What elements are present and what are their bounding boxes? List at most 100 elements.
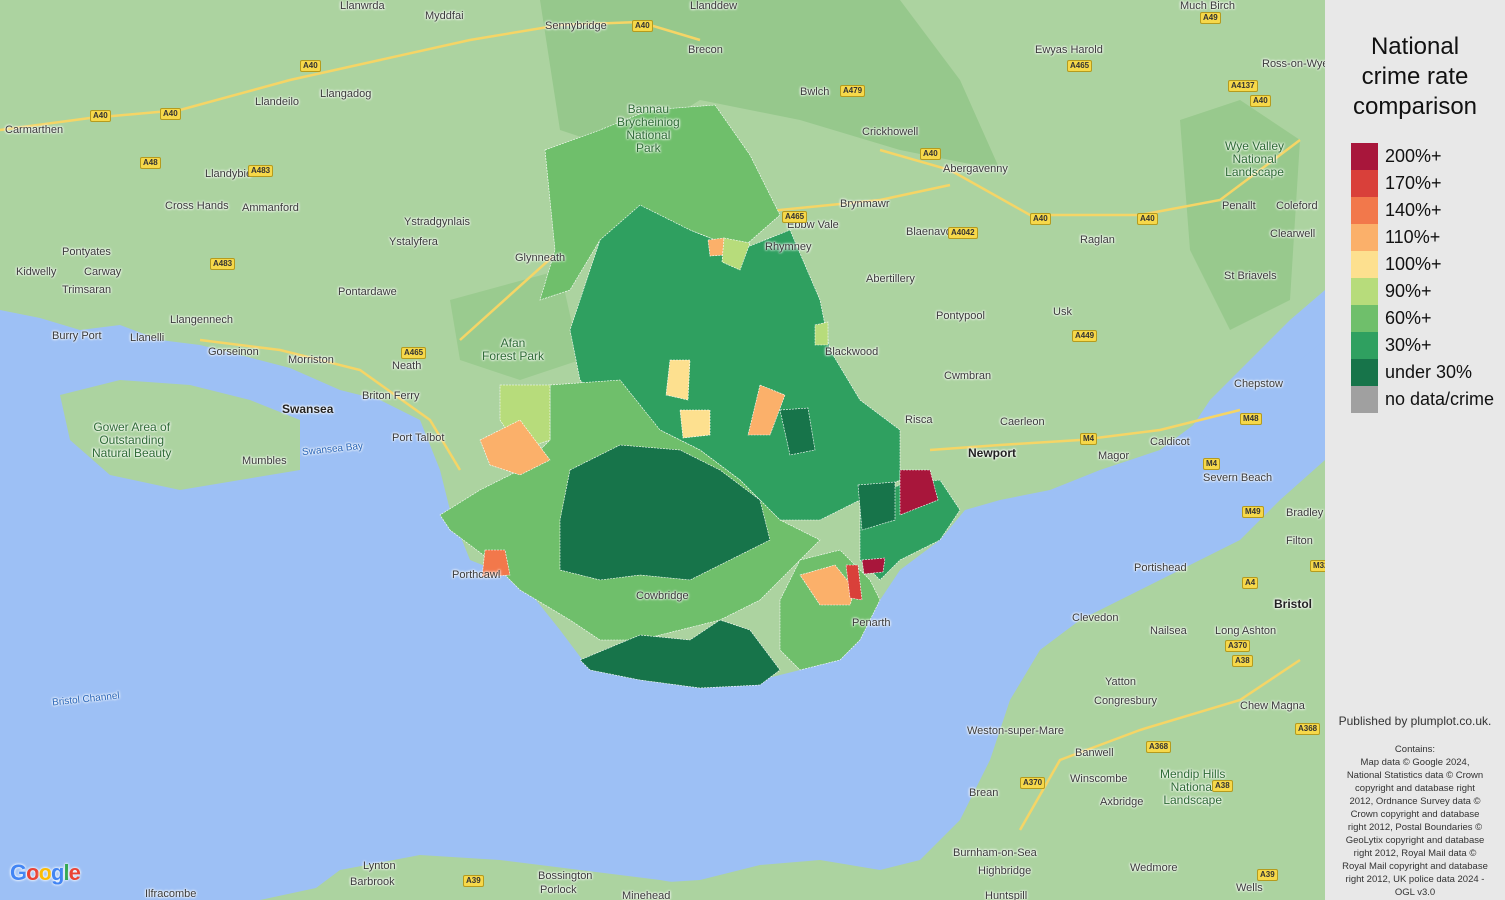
legend-item: 60%+	[1351, 305, 1505, 332]
road-shield: M48	[1240, 413, 1262, 425]
place-label: Trimsaran	[62, 284, 112, 296]
place-label: Gower Area of Outstanding Natural Beauty	[92, 420, 172, 460]
place-label: Brecon	[688, 44, 723, 56]
place-label: Rhymney	[765, 241, 812, 253]
road-shield: A40	[920, 148, 941, 160]
place-label: Burry Port	[52, 330, 102, 342]
map-area[interactable]: Llanwrda Myddfai Sennybridge Llanddew Brecon…	[0, 0, 1325, 900]
place-label: Abertillery	[866, 273, 915, 285]
place-label: Carway	[84, 266, 122, 278]
road-shield: A368	[1146, 741, 1172, 753]
legend-label: no data/crime	[1385, 389, 1495, 409]
road-shield: A40	[1030, 213, 1051, 225]
place-label: Coleford	[1276, 200, 1318, 212]
road-shield: A368	[1295, 723, 1321, 735]
place-label: Clevedon	[1072, 612, 1119, 624]
place-label: Porlock	[540, 884, 577, 896]
road-shield: M49	[1242, 506, 1264, 518]
legend-label: under 30%	[1385, 362, 1473, 382]
legend-item: 170%+	[1351, 170, 1505, 197]
attribution-line: Crown copyright and database	[1350, 809, 1480, 820]
place-label: Bannau Brycheiniog National Park	[617, 102, 680, 155]
place-label: Blackwood	[825, 346, 879, 358]
place-label: Bossington	[538, 870, 593, 882]
road-shield: A465	[782, 211, 808, 223]
place-label: Ewyas Harold	[1035, 44, 1103, 56]
place-label: Ammanford	[242, 202, 299, 214]
place-label: Filton	[1286, 535, 1313, 547]
attribution-line: OGL v3.0	[1394, 887, 1436, 898]
place-label: Portishead	[1134, 562, 1187, 574]
legend-item: 110%+	[1351, 224, 1505, 251]
road-shield: A48	[140, 157, 161, 169]
place-label: Ystalyfera	[389, 236, 438, 248]
legend-label: 170%+	[1385, 173, 1442, 193]
area-100-central	[679, 409, 711, 439]
attribution-line: 2012, Ordnance Survey data ©	[1349, 796, 1481, 807]
place-label: Caerleon	[1000, 416, 1045, 428]
place-label: Carmarthen	[5, 124, 64, 136]
place-label: Llangennech	[170, 314, 234, 326]
legend-swatch	[1351, 197, 1378, 224]
legend-title-line: National	[1370, 33, 1460, 60]
legend-item: 90%+	[1351, 278, 1505, 305]
road-shield: A4137	[1228, 80, 1258, 92]
place-label: Bwlch	[800, 86, 830, 98]
legend-swatch	[1351, 224, 1378, 251]
road-shield: A39	[1257, 869, 1278, 881]
legend-swatch	[1351, 305, 1378, 332]
road-shield: M4	[1203, 458, 1221, 470]
place-label: Mumbles	[242, 455, 287, 467]
place-label: Sennybridge	[545, 20, 607, 32]
place-label: Severn Beach	[1203, 472, 1273, 484]
attribution-line: National Statistics data © Crown	[1346, 770, 1484, 781]
legend-label: 60%+	[1385, 308, 1432, 328]
road-shield: M4	[1080, 433, 1098, 445]
road-shield: A40	[90, 110, 111, 122]
attribution-text: Contains: Map data © Google 2024, National…	[1330, 743, 1500, 899]
road-shield: A4042	[948, 227, 978, 239]
road-shield: A40	[300, 60, 321, 72]
place-label: Weston-super-Mare	[967, 725, 1064, 737]
road-shield: A483	[210, 258, 236, 270]
place-label: Bradley	[1286, 507, 1324, 519]
legend-swatch	[1351, 386, 1378, 413]
legend-swatch	[1351, 278, 1378, 305]
place-label: Penallt	[1222, 200, 1256, 212]
place-label: Bristol	[1274, 597, 1313, 611]
attribution-line: right 2012, Postal Boundaries ©	[1347, 822, 1483, 833]
place-label: Pontardawe	[338, 286, 397, 298]
road-shield: A370	[1225, 640, 1251, 652]
attribution-line: Map data © Google 2024,	[1360, 757, 1470, 768]
place-label: Brynmawr	[840, 198, 890, 210]
legend-swatch	[1351, 143, 1378, 170]
place-label: Llandybie	[205, 168, 253, 180]
place-label: Llandeilo	[255, 96, 300, 108]
place-label: Kidwelly	[16, 266, 57, 278]
place-label: Huntspill	[985, 890, 1028, 900]
road-shield: A40	[1137, 213, 1158, 225]
place-label: Chepstow	[1234, 378, 1283, 390]
road-shield: A38	[1232, 655, 1253, 667]
place-label: Banwell	[1075, 747, 1114, 759]
legend-label: 110%+	[1385, 227, 1441, 247]
place-label: Morriston	[288, 354, 334, 366]
place-label: Penarth	[852, 617, 891, 629]
place-label: Chew Magna	[1240, 700, 1305, 712]
road-shield: A479	[840, 85, 866, 97]
place-label: Pontypool	[936, 310, 985, 322]
place-label: Congresbury	[1094, 695, 1157, 707]
road-shield: A449	[1072, 330, 1098, 342]
attribution-line: GeoLytix copyright and database	[1345, 835, 1485, 846]
place-label: Afan Forest Park	[482, 336, 545, 363]
road-shield: A465	[401, 347, 427, 359]
place-label: Ross-on-Wye	[1262, 58, 1325, 70]
legend-item: 140%+	[1351, 197, 1505, 224]
place-label: Minehead	[622, 890, 671, 900]
place-label: Llanwrda	[340, 0, 385, 12]
legend-swatch	[1351, 170, 1378, 197]
attribution-line: right 2012, UK police data 2024 -	[1345, 874, 1485, 885]
road-shield: A38	[1212, 780, 1233, 792]
place-label: Ilfracombe	[145, 888, 197, 900]
place-label: Axbridge	[1100, 796, 1144, 808]
